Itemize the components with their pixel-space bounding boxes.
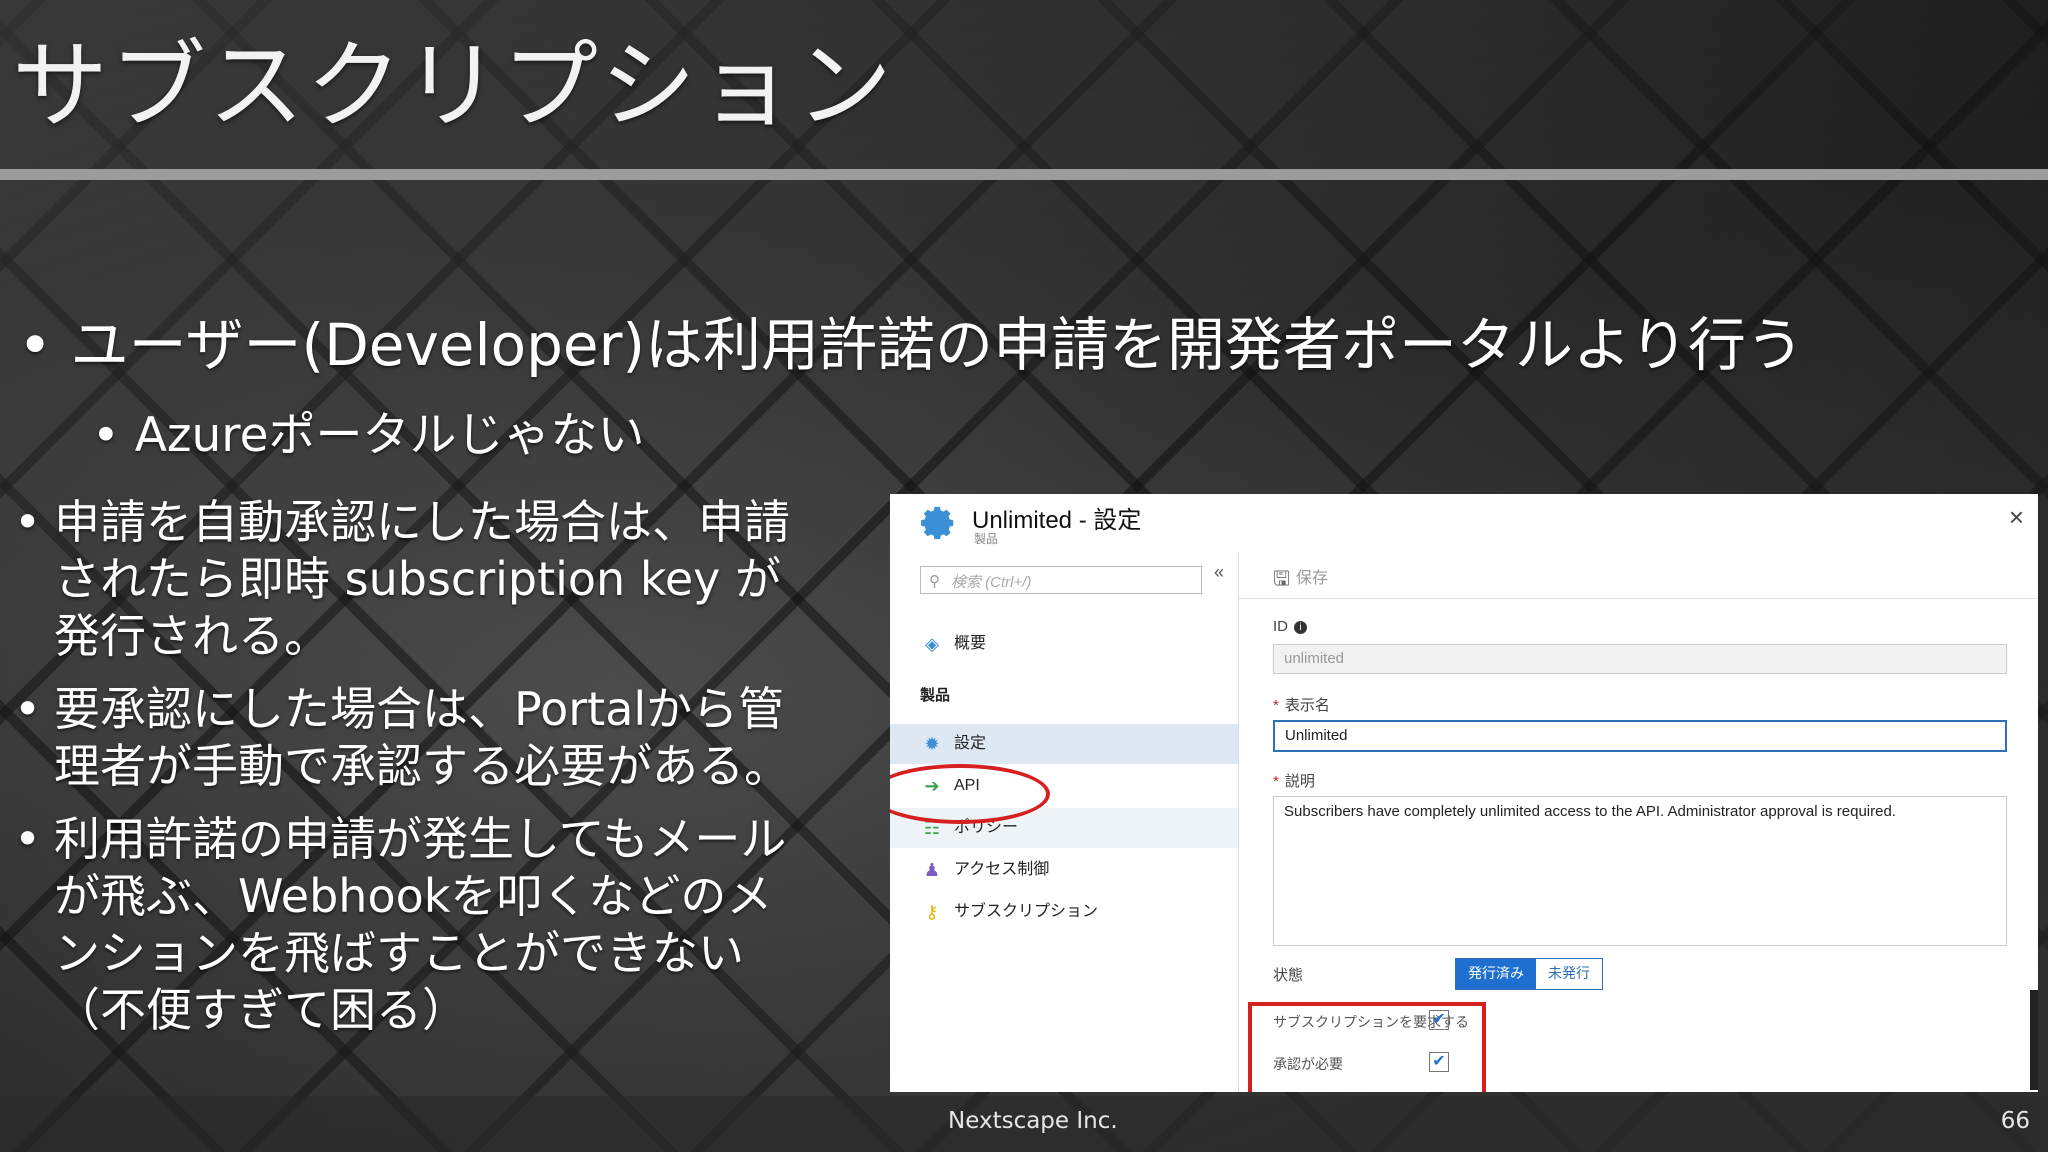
description-label: * 説明 [1273, 773, 1315, 790]
blade-header: Unlimited - 設定 製品 × [890, 494, 2038, 552]
main-bullet: • ユーザー(Developer)は利用許諾の申請を開発者ポータルより行う [18, 298, 1804, 382]
gear-icon [921, 506, 954, 540]
sidebar-item-settings[interactable]: ✹ 設定 [890, 724, 1238, 764]
highlight-rectangle [1248, 1002, 1486, 1092]
list-item-text: 利用許諾の申請が発生してもメールが飛ぶ、Webhookを叩くなどのメンションを飛… [54, 812, 787, 1037]
blade-sidebar: ⚲ 検索 (Ctrl+/) « ◈ 概要 製品 ✹ 設定 ➔ API ☷ ポリシ… [890, 552, 1238, 1092]
slide-title: サブスクリプション [12, 30, 894, 142]
description-field[interactable]: Subscribers have completely unlimited ac… [1273, 796, 2007, 946]
bullet-glyph: • [18, 311, 53, 379]
required-icon: * [1273, 773, 1279, 790]
save-button[interactable]: 🖫 保存 [1273, 564, 1328, 598]
info-icon: i [1294, 621, 1307, 634]
list-item: • 申請を自動承認にした場合は、申請されたら即時 subscription ke… [14, 494, 814, 665]
state-label: 状態 [1273, 967, 1304, 984]
page-number: 66 [2000, 1108, 2030, 1134]
sidebar-item-access-control[interactable]: ♟ アクセス制御 [890, 850, 1238, 890]
key-icon: ⚷ [925, 902, 939, 922]
azure-portal-screenshot: Unlimited - 設定 製品 × ⚲ 検索 (Ctrl+/) « ◈ 概要… [890, 494, 2038, 1092]
id-field: unlimited [1273, 644, 2007, 674]
id-label: ID i [1273, 618, 1307, 635]
list-item-text: 要承認にした場合は、Portalから管理者が手動で承認する必要がある。 [54, 682, 790, 793]
bullet-glyph: • [14, 682, 42, 736]
blade-subtitle: 製品 [974, 532, 999, 546]
save-label: 保存 [1296, 570, 1329, 587]
sidebar-item-overview[interactable]: ◈ 概要 [890, 624, 1238, 664]
slide-footer: Nextscape Inc. 66 [0, 1096, 2048, 1152]
search-icon: ⚲ [929, 573, 940, 590]
required-icon: * [1273, 697, 1279, 714]
search-input[interactable]: ⚲ 検索 (Ctrl+/) [920, 566, 1202, 594]
title-divider [0, 169, 2048, 180]
state-toggle: 発行済み 未発行 [1455, 958, 1603, 990]
scrollbar[interactable] [2030, 990, 2038, 1090]
left-bullet-list: • 申請を自動承認にした場合は、申請されたら即時 subscription ke… [14, 494, 814, 1055]
list-item: • 要承認にした場合は、Portalから管理者が手動で承認する必要がある。 [14, 681, 814, 795]
bullet-glyph: • [92, 408, 120, 463]
footer-company: Nextscape Inc. [948, 1108, 1118, 1134]
list-item: • 利用許諾の申請が発生してもメールが飛ぶ、Webhookを叩くなどのメンション… [14, 811, 814, 1039]
collapse-icon[interactable]: « [1214, 562, 1224, 583]
sidebar-item-label: 概要 [954, 635, 987, 652]
state-unpublished-option[interactable]: 未発行 [1536, 959, 1602, 989]
main-bullet-text: ユーザー(Developer)は利用許諾の申請を開発者ポータルより行う [70, 311, 1804, 379]
cube-icon: ◈ [925, 634, 939, 654]
sub-bullet-text: Azureポータルじゃない [134, 408, 645, 463]
sidebar-item-label: サブスクリプション [954, 903, 1099, 920]
bullet-glyph: • [14, 812, 42, 866]
sidebar-section-label: 製品 [920, 687, 951, 704]
display-name-field[interactable]: Unlimited [1273, 720, 2007, 752]
list-item-text: 申請を自動承認にした場合は、申請されたら即時 subscription key … [54, 495, 790, 663]
save-icon: 🖫 [1273, 568, 1291, 590]
sidebar-item-subscription[interactable]: ⚷ サブスクリプション [890, 892, 1238, 932]
gear-icon: ✹ [924, 734, 940, 754]
sub-bullet: • Azureポータルじゃない [92, 396, 645, 465]
bullet-glyph: • [14, 495, 42, 549]
users-icon: ♟ [923, 860, 941, 880]
state-published-option[interactable]: 発行済み [1456, 959, 1536, 989]
search-placeholder: 検索 (Ctrl+/) [951, 574, 1032, 591]
display-name-label: * 表示名 [1273, 697, 1330, 714]
sidebar-item-label: アクセス制御 [954, 861, 1050, 878]
blade-toolbar: 🖫 保存 [1239, 552, 2038, 599]
close-icon[interactable]: × [2009, 502, 2024, 533]
sidebar-item-label: 設定 [954, 735, 987, 752]
